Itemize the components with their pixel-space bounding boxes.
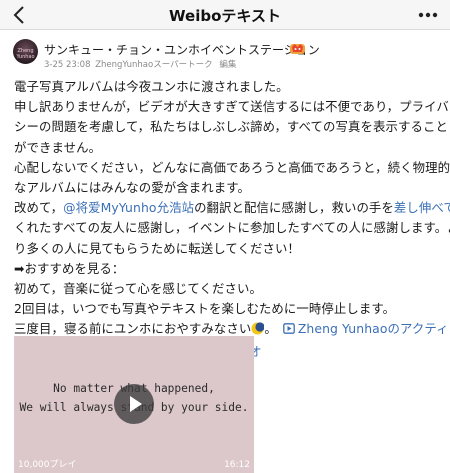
post-body: 電子写真アルバムは今夜ユンホに渡されました。 申し訳ありませんが，ビデオが大きす…	[14, 77, 450, 362]
play-count: 10,000プレイ	[18, 460, 77, 470]
text-segment: 三度目，寝る前にユンホにおやすみなさい	[14, 321, 252, 337]
text-segment: 改めて，	[14, 200, 64, 216]
text-line: 申し訳ありませんが，ビデオが大きすぎて送信するには不便であり，プライバ	[14, 99, 449, 115]
video-player[interactable]: No matter what happened, We will always …	[14, 336, 254, 473]
text-line: シーの問題を考慮して，私たちはしぶしぶ諦め，すべての写真を表示すること	[14, 119, 448, 135]
play-icon[interactable]	[114, 384, 154, 424]
video-link[interactable]: Zheng Yunhaoのアクティビ	[298, 321, 450, 336]
more-dots-icon[interactable]	[414, 3, 442, 27]
avatar[interactable]: Zheng Yunhao	[13, 39, 38, 64]
avatar-text: Zheng Yunhao	[16, 48, 35, 60]
weibo-post: Zheng Yunhao サンキュー・チョン・ユンホイベントステーション 3-2…	[0, 31, 450, 473]
topic-link[interactable]: 差し伸べて	[394, 200, 450, 215]
text-line: なアルバムにはみんなの愛が含まれます。	[14, 180, 250, 196]
text-line: 初めて，音楽に従って心を感じてください。	[14, 281, 262, 297]
post-meta: 3-25 23:08 ZhengYunhaoスーパートーク 編集	[44, 58, 238, 70]
text-line: 改めて，@将爱MyYunho允浩站の翻訳と配信に感謝し，救いの手を差し伸べて	[14, 198, 450, 218]
post-source[interactable]: ZhengYunhaoスーパートーク	[95, 60, 212, 70]
page-title: Weiboテキスト	[169, 7, 281, 25]
video-duration: 16:12	[224, 460, 250, 470]
post-timestamp: 3-25 23:08	[44, 60, 91, 70]
text-line: 2回目は，いつでも写真やテキストを楽しむために一時停止します。	[14, 301, 396, 317]
edit-label: 編集	[219, 60, 237, 70]
author-name[interactable]: サンキュー・チョン・ユンホイベントステーション	[44, 41, 320, 58]
mention-link[interactable]: @将爱MyYunho允浩站	[63, 200, 194, 215]
text-segment: 。	[264, 321, 277, 337]
text-line: くれたすべての友人に感謝し，イベントに参加したすべての人に感謝します。よ	[14, 220, 450, 236]
text-line: ができません。	[14, 139, 102, 155]
text-segment: の翻訳と配信に感謝し，救いの手を	[194, 200, 394, 216]
text-line: 心配しないでください，どんなに高価であろうと高価であろうと，続く物理的	[14, 159, 450, 175]
text-line: ➡おすすめを見る：	[14, 260, 125, 276]
top-navbar: Weiboテキスト	[0, 0, 450, 30]
video-link-icon	[282, 320, 295, 340]
text-line: り多くの人に見てもらうために転送してください！	[14, 240, 300, 256]
text-line: 電子写真アルバムは今夜ユンホに渡されました。	[14, 79, 289, 94]
vip-badge-icon	[289, 40, 306, 54]
